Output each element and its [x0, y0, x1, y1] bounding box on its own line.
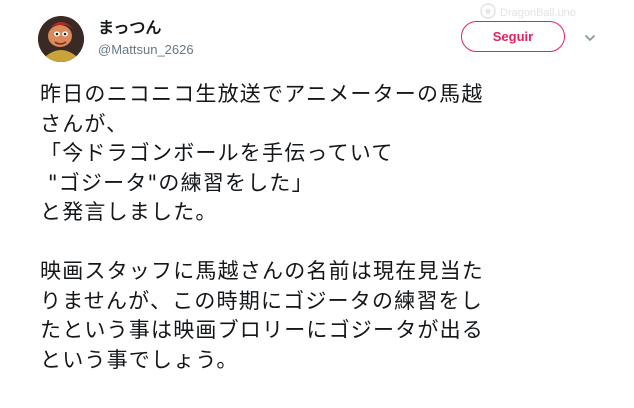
user-handle[interactable]: @Mattsun_2626 [98, 41, 194, 59]
tweet-line: りませんが、この時期にゴジータの練習をし [40, 288, 483, 313]
chevron-down-icon[interactable] [582, 30, 598, 46]
follow-button[interactable]: Seguir [461, 21, 565, 52]
watermark-text: DragonBall.uno [500, 7, 576, 19]
tweet-line: "ゴジータ"の練習をした」 [40, 170, 314, 195]
dragonball-logo-icon [480, 3, 496, 23]
tweet-line: さんが、 [40, 111, 129, 136]
tweet-text: 昨日のニコニコ生放送でアニメーターの馬越 さんが、 「今ドラゴンボールを手伝って… [40, 80, 630, 375]
avatar[interactable] [38, 16, 84, 62]
tweet-line: 「今ドラゴンボールを手伝っていて [40, 141, 394, 165]
tweet-line: たという事は映画ブロリーにゴジータが出る [40, 318, 484, 342]
user-info: まっつん @Mattsun_2626 [98, 18, 194, 59]
display-name[interactable]: まっつん [98, 18, 194, 38]
tweet-line: 昨日のニコニコ生放送でアニメーターの馬越 [40, 82, 484, 106]
tweet-card: DragonBall.uno まっつん @Mattsun_2626 Seguir… [0, 0, 634, 408]
tweet-line: という事でしょう。 [40, 347, 239, 372]
tweet-line: と発言しました。 [40, 200, 218, 224]
watermark: DragonBall.uno [480, 3, 576, 23]
tweet-line: 映画スタッフに馬越さんの名前は現在見当た [40, 259, 484, 283]
